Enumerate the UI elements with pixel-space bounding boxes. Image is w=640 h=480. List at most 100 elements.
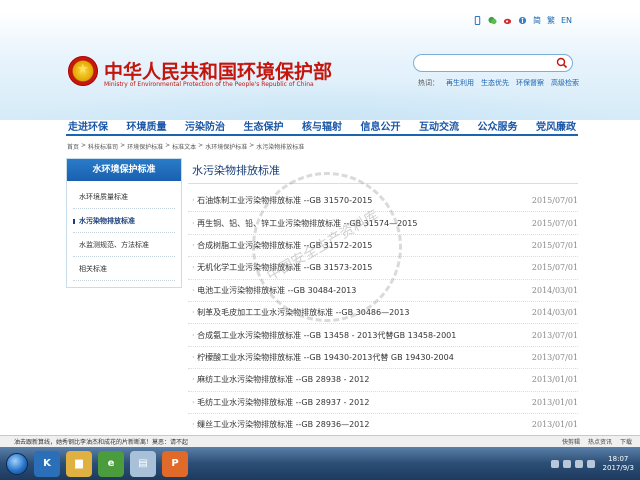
hot-words: 热词： 再生利用 生态优先 环保督察 高级检索 [418,78,579,88]
taskbar-app-k[interactable]: K [34,450,60,477]
watermark-text: 中国安全生产资料库 [264,207,382,285]
document-date: 2015/07/01 [531,263,578,273]
tray-icon[interactable] [550,459,559,468]
document-link[interactable]: 合成氨工业水污染物排放标准 --GB 13458 - 2013代替GB 1345… [192,330,456,341]
sidebar-item-monitoring-methods[interactable]: 水监测规范、方法标准 [73,233,175,257]
nav-item-interaction[interactable]: 互动交流 [417,118,461,133]
status-item-download[interactable]: 下载 [620,437,632,446]
document-date: 2015/07/01 [531,196,578,206]
document-date: 2014/03/01 [531,285,578,295]
folder-icon: ▆ [75,458,83,469]
site-title[interactable]: 中华人民共和国环境保护部 [104,57,332,84]
search-input[interactable] [422,55,560,71]
lang-english-link[interactable]: EN [561,16,572,25]
nav-item-pollution-control[interactable]: 污染防治 [183,118,227,133]
taskbar-app-folder[interactable]: ▆ [66,450,92,477]
taskbar-app-explorer[interactable]: ▤ [130,450,156,477]
taskbar-app-label: P [171,458,179,469]
document-link[interactable]: 麻纺工业水污染物排放标准 --GB 28938 - 2012 [192,374,369,385]
status-item-quick-edit[interactable]: 快剪辑 [562,437,580,446]
nav-item-ecology[interactable]: 生态保护 [242,118,286,133]
mobile-icon[interactable] [473,15,482,25]
top-links: 简 繁 EN [473,14,572,26]
document-link[interactable]: 缫丝工业水污染物排放标准 --GB 28936—2012 [192,419,369,430]
emblem-star-icon: ★ [77,62,89,77]
search-box [413,54,573,72]
clock-time: 18:07 [608,454,629,463]
breadcrumb-link[interactable]: 环境保护标准 [127,142,163,151]
network-icon[interactable] [574,459,583,468]
lang-traditional-link[interactable]: 繁 [547,15,555,26]
main-nav: 走进环保 环境质量 污染防治 生态保护 核与辐射 信息公开 互动交流 公众服务 … [66,116,578,136]
weibo-icon[interactable] [503,16,512,25]
tray-icon[interactable] [562,459,571,468]
wechat-icon[interactable] [488,16,497,25]
breadcrumb-link[interactable]: 科技标准司 [88,142,118,151]
national-emblem-logo: ★ [68,56,98,86]
hot-word-link[interactable]: 再生利用 [446,78,474,88]
status-item-hot-news[interactable]: 热点资讯 [588,437,612,446]
list-item: 缫丝工业水污染物排放标准 --GB 28936—2012 2013/01/01 [188,414,578,437]
taskbar: K ▆ e ▤ P 18:07 2017/9/3 [0,447,640,480]
taskbar-app-p[interactable]: P [162,450,188,477]
nav-item-env-quality[interactable]: 环境质量 [125,118,169,133]
document-link[interactable]: 柠檬酸工业水污染物排放标准 --GB 19430-2013代替 GB 19430… [192,352,454,363]
accessibility-icon[interactable] [518,16,527,25]
breadcrumb-separator: > [120,142,126,149]
system-tray: 18:07 2017/9/3 [550,455,634,473]
breadcrumb: 首页 > 科技标准司 > 环境保护标准 > 标准文本 > 水环境保护标准 > 水… [67,142,304,151]
advanced-search-link[interactable]: 高级检索 [551,78,579,88]
clock[interactable]: 18:07 2017/9/3 [603,455,634,473]
start-button[interactable] [6,452,28,475]
sidebar: 水环境保护标准 水环境质量标准 水污染物排放标准 水监测规范、方法标准 相关标准 [66,158,182,288]
document-date: 2013/07/01 [531,352,578,362]
sidebar-list: 水环境质量标准 水污染物排放标准 水监测规范、方法标准 相关标准 [67,181,181,285]
document-date: 2015/07/01 [531,218,578,228]
sidebar-item-water-discharge[interactable]: 水污染物排放标准 [73,209,175,233]
browser-top-bar [0,0,640,12]
document-date: 2014/03/01 [531,308,578,318]
nav-item-nuclear[interactable]: 核与辐射 [300,118,344,133]
volume-icon[interactable] [586,459,595,468]
browser-status-bar: 油去跟新算线，她秀钢比李油杰和成花的片新断离！莫恶：请不起 快剪辑 热点资讯 下… [0,435,640,447]
breadcrumb-current: 水污染物排放标准 [256,144,305,151]
list-item: 制革及毛皮加工工业水污染物排放标准 --GB 30486—20132014/03… [188,302,578,325]
document-link[interactable]: 毛纺工业水污染物排放标准 --GB 28937 - 2012 [192,397,369,408]
hot-word-link[interactable]: 生态优先 [481,78,509,88]
sidebar-item-water-quality[interactable]: 水环境质量标准 [73,185,175,209]
document-date: 2013/01/01 [531,397,578,407]
search-icon[interactable] [556,57,568,69]
list-item: 毛纺工业水污染物排放标准 --GB 28937 - 2012 2013/01/01 [188,392,578,414]
browser-icon: e [107,458,115,469]
breadcrumb-separator: > [165,142,171,149]
breadcrumb-separator: > [249,142,255,149]
breadcrumb-link[interactable]: 水环境保护标准 [205,142,247,151]
document-date: 2013/07/01 [531,330,578,340]
hot-words-label: 热词： [418,79,439,87]
document-date: 2015/07/01 [531,240,578,250]
nav-item-public-service[interactable]: 公众服务 [476,118,520,133]
breadcrumb-link[interactable]: 首页 [67,142,79,151]
taskbar-app-label: K [43,458,51,469]
document-date: 2013/01/01 [531,375,578,385]
nav-item-info-disclosure[interactable]: 信息公开 [359,118,403,133]
window-icon: ▤ [138,458,148,469]
breadcrumb-separator: > [81,142,87,149]
document-date: 2013/01/01 [531,420,578,430]
list-item: 合成氨工业水污染物排放标准 --GB 13458 - 2013代替GB 1345… [188,324,578,347]
hot-word-link[interactable]: 环保督察 [516,78,544,88]
breadcrumb-link[interactable]: 标准文本 [172,142,196,151]
sidebar-title: 水环境保护标准 [67,159,181,181]
nav-item-about[interactable]: 走进环保 [66,118,110,133]
list-item: 麻纺工业水污染物排放标准 --GB 28938 - 2012 2013/01/01 [188,369,578,392]
sidebar-item-related[interactable]: 相关标准 [73,257,175,281]
clock-date: 2017/9/3 [602,463,634,472]
content-title: 水污染物排放标准 [188,158,578,184]
list-item: 柠檬酸工业水污染物排放标准 --GB 19430-2013代替 GB 19430… [188,347,578,370]
nav-item-party[interactable]: 党风廉政 [534,118,578,133]
taskbar-app-browser[interactable]: e [98,450,124,477]
breadcrumb-separator: > [198,142,204,149]
site-subtitle: Ministry of Environmental Protection of … [104,81,314,88]
status-message[interactable]: 油去跟新算线，她秀钢比李油杰和成花的片新断离！莫恶：请不起 [14,437,562,446]
lang-simplified-link[interactable]: 简 [533,15,541,26]
